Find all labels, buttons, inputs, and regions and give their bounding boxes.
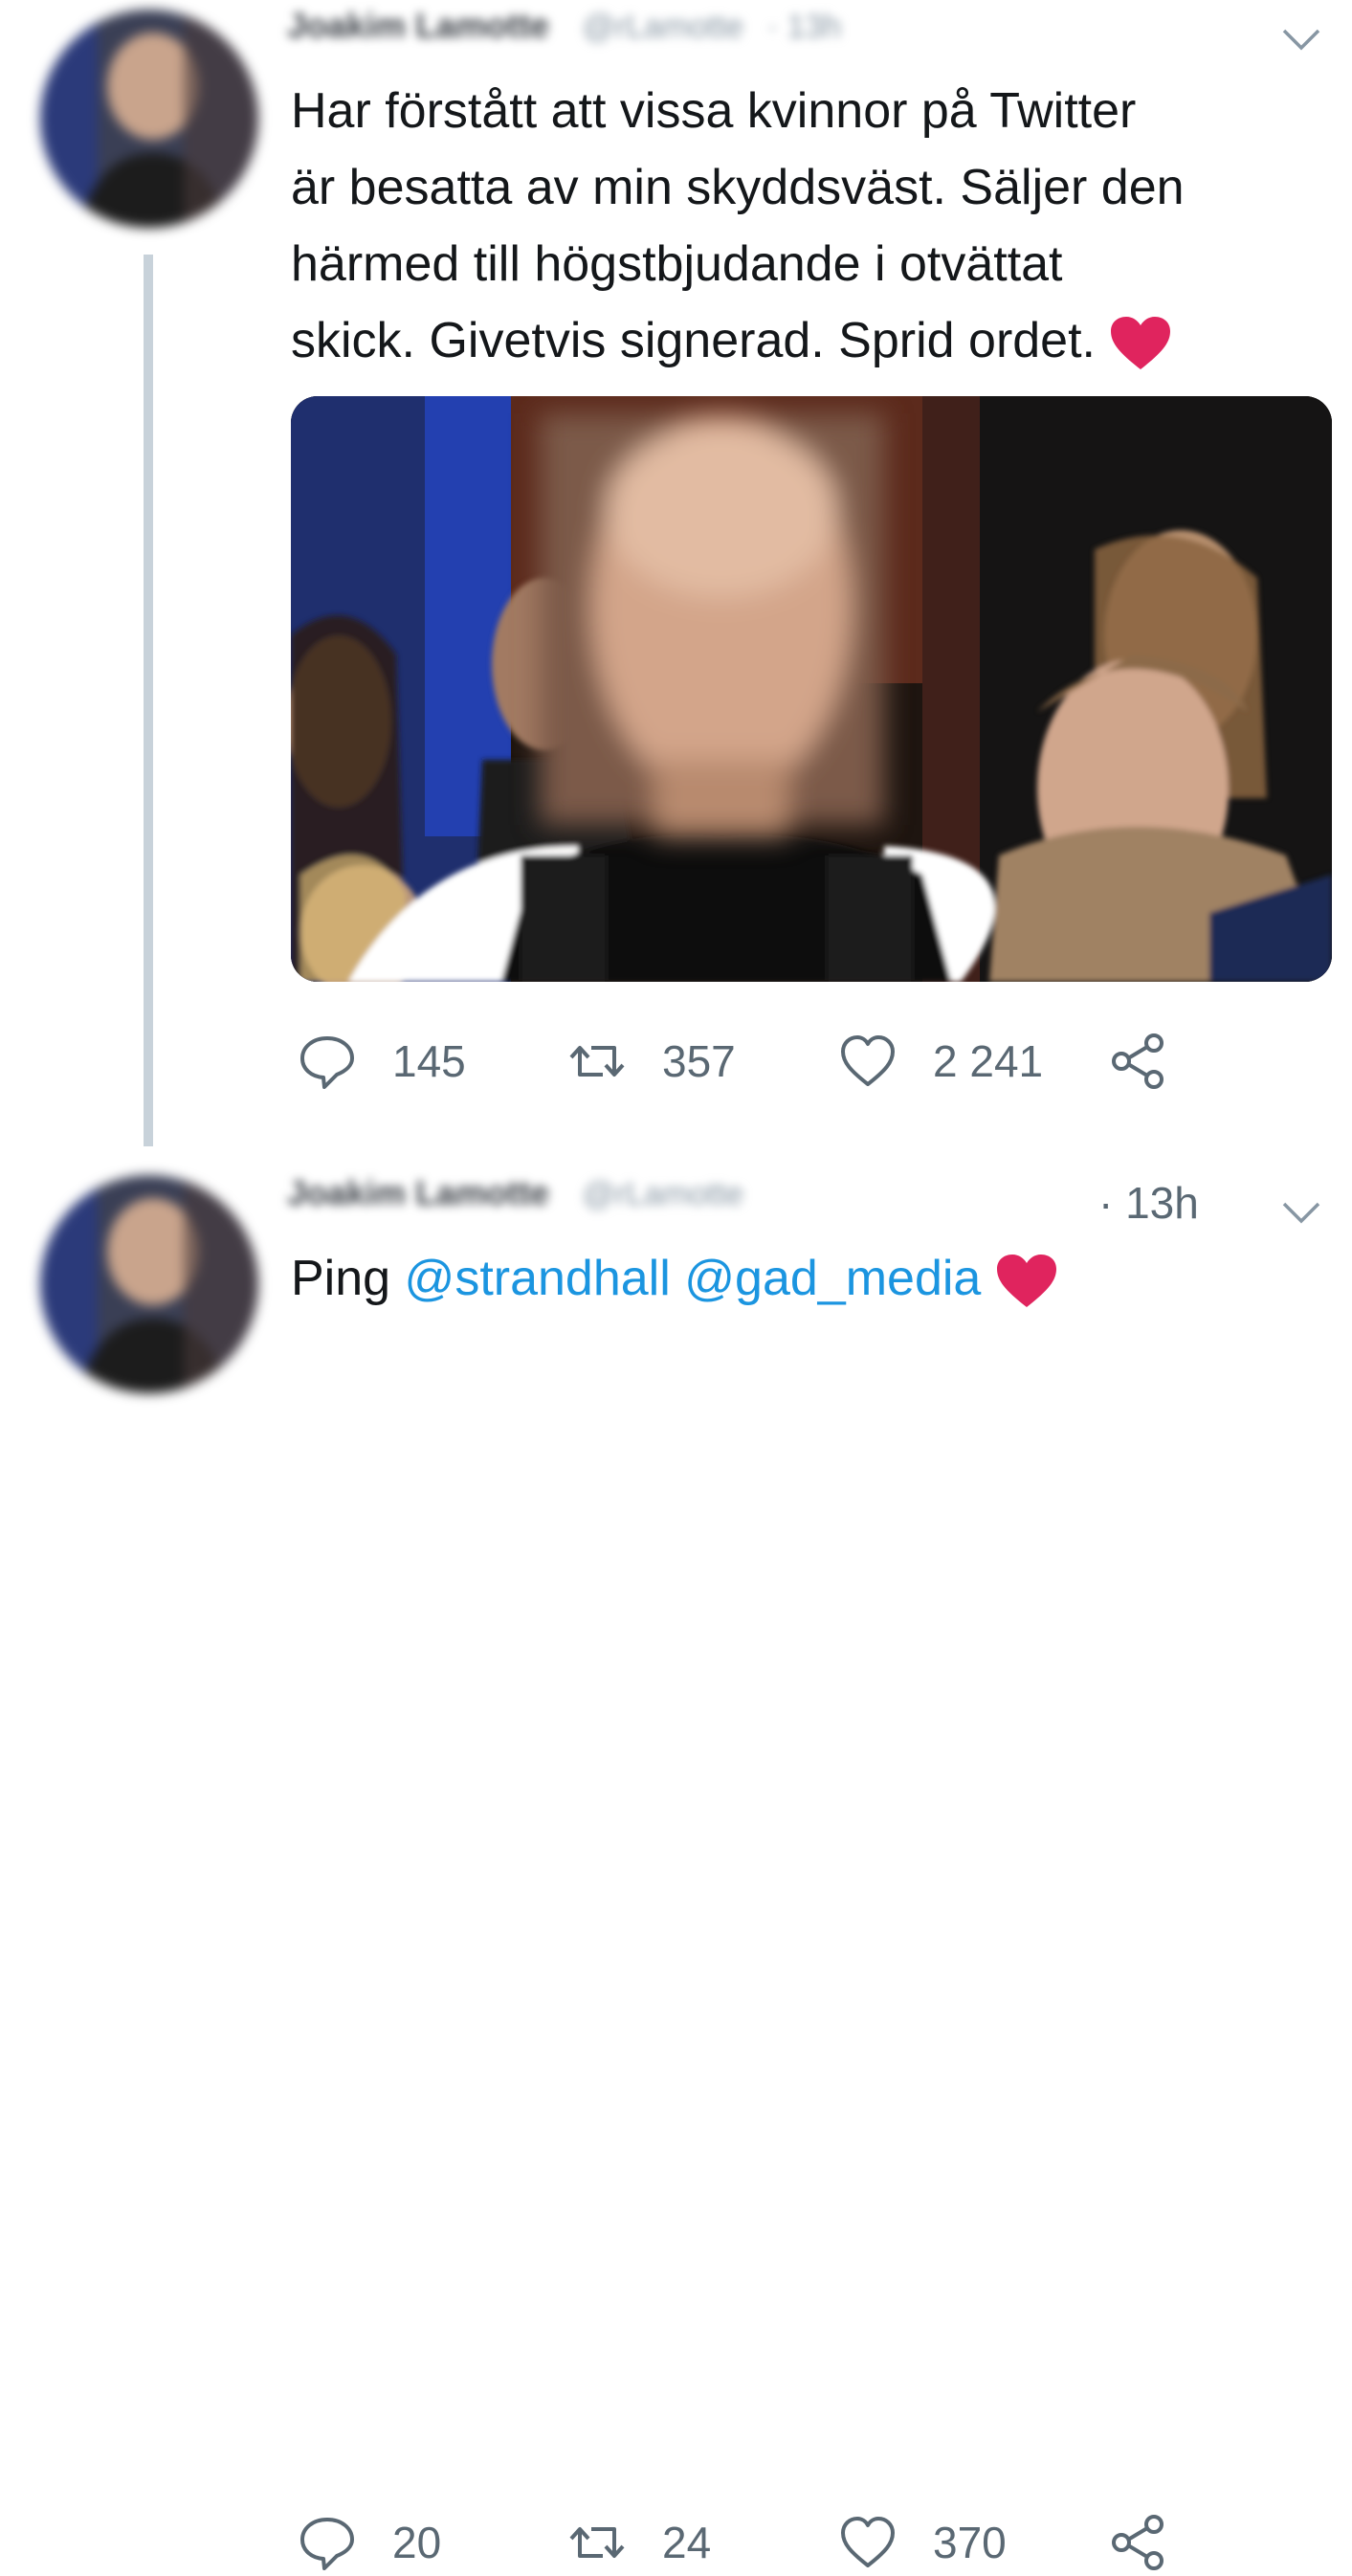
tweet-header: Joakim Lamotte @rLamotte <box>287 1173 1091 1236</box>
tweet-time: · 13h <box>766 9 842 45</box>
retweet-count: 357 <box>662 1036 736 1086</box>
like-count: 370 <box>933 2518 1007 2567</box>
tweet-text-segment: skick. Givetvis signerad. Sprid ordet. <box>291 313 1096 368</box>
tweet-text-line: är besatta av min skyddsväst. Säljer den <box>291 160 1185 215</box>
like-button[interactable]: 2 241 <box>839 1028 1043 1095</box>
mention-link[interactable]: @gad_media <box>684 1251 981 1306</box>
tweet-photo[interactable] <box>291 396 1332 982</box>
reply-button[interactable]: 20 <box>299 2509 441 2576</box>
avatar-image <box>40 1175 258 1393</box>
tweet-actions: 20 24 370 <box>299 2509 1198 2576</box>
retweet-button[interactable]: 24 <box>568 2509 711 2576</box>
tweet-text-line: härmed till högstbjudande i otvättat <box>291 236 1063 292</box>
author-handle[interactable]: @rLamotte <box>583 1176 744 1213</box>
chevron-down-icon[interactable] <box>1280 25 1322 54</box>
tweet-actions: 145 357 2 241 <box>299 1028 1198 1095</box>
tweet[interactable]: Joakim Lamotte @rLamotte · 13h Har först… <box>0 0 1352 1146</box>
photo-image <box>291 396 1332 982</box>
tweet-text-line: Har förstått att vissa kvinnor på Twitte… <box>291 83 1137 139</box>
heart-emoji <box>1111 317 1171 370</box>
like-icon <box>841 2517 895 2567</box>
author-name[interactable]: Joakim Lamotte <box>287 1173 549 1213</box>
tweet-text: Ping @strandhall @gad_media <box>291 1240 1343 1317</box>
tweet-header: Joakim Lamotte @rLamotte · 13h <box>287 6 1244 69</box>
share-button[interactable] <box>1110 2509 1167 2576</box>
like-count: 2 241 <box>933 1036 1044 1086</box>
avatar[interactable] <box>40 1175 258 1393</box>
tweet[interactable]: Joakim Lamotte @rLamotte · 13h Ping @str… <box>0 1148 1352 2570</box>
like-icon <box>841 1035 895 1086</box>
tweet-text-segment: Ping <box>291 1251 405 1306</box>
tweet-time[interactable]: · 13h <box>1098 1177 1199 1229</box>
like-button[interactable]: 370 <box>839 2509 1007 2576</box>
tweet-text: Har förstått att vissa kvinnor på Twitte… <box>291 73 1343 379</box>
reply-button[interactable]: 145 <box>299 1028 466 1095</box>
author-handle[interactable]: @rLamotte <box>583 9 744 46</box>
reply-count: 145 <box>392 1036 466 1086</box>
retweet-button[interactable]: 357 <box>568 1028 736 1095</box>
reply-icon <box>300 2518 354 2570</box>
retweet-icon <box>569 1046 625 1077</box>
avatar[interactable] <box>40 10 258 228</box>
retweet-count: 24 <box>662 2518 712 2567</box>
reply-count: 20 <box>392 2518 442 2567</box>
chevron-down-icon[interactable] <box>1280 1198 1322 1227</box>
author-name[interactable]: Joakim Lamotte <box>287 6 549 46</box>
share-icon <box>1112 1033 1164 1089</box>
heart-emoji <box>996 1255 1056 1308</box>
avatar-image <box>40 10 258 228</box>
share-button[interactable] <box>1110 1028 1167 1095</box>
thread-line <box>144 255 153 1146</box>
retweet-icon <box>569 2527 625 2558</box>
share-icon <box>1112 2515 1164 2570</box>
reply-icon <box>300 1036 354 1089</box>
mention-link[interactable]: @strandhall <box>405 1251 671 1306</box>
tweet-text-line: skick. Givetvis signerad. Sprid ordet. <box>291 302 1343 379</box>
tweet-text-line: Ping @strandhall @gad_media <box>291 1240 1343 1317</box>
